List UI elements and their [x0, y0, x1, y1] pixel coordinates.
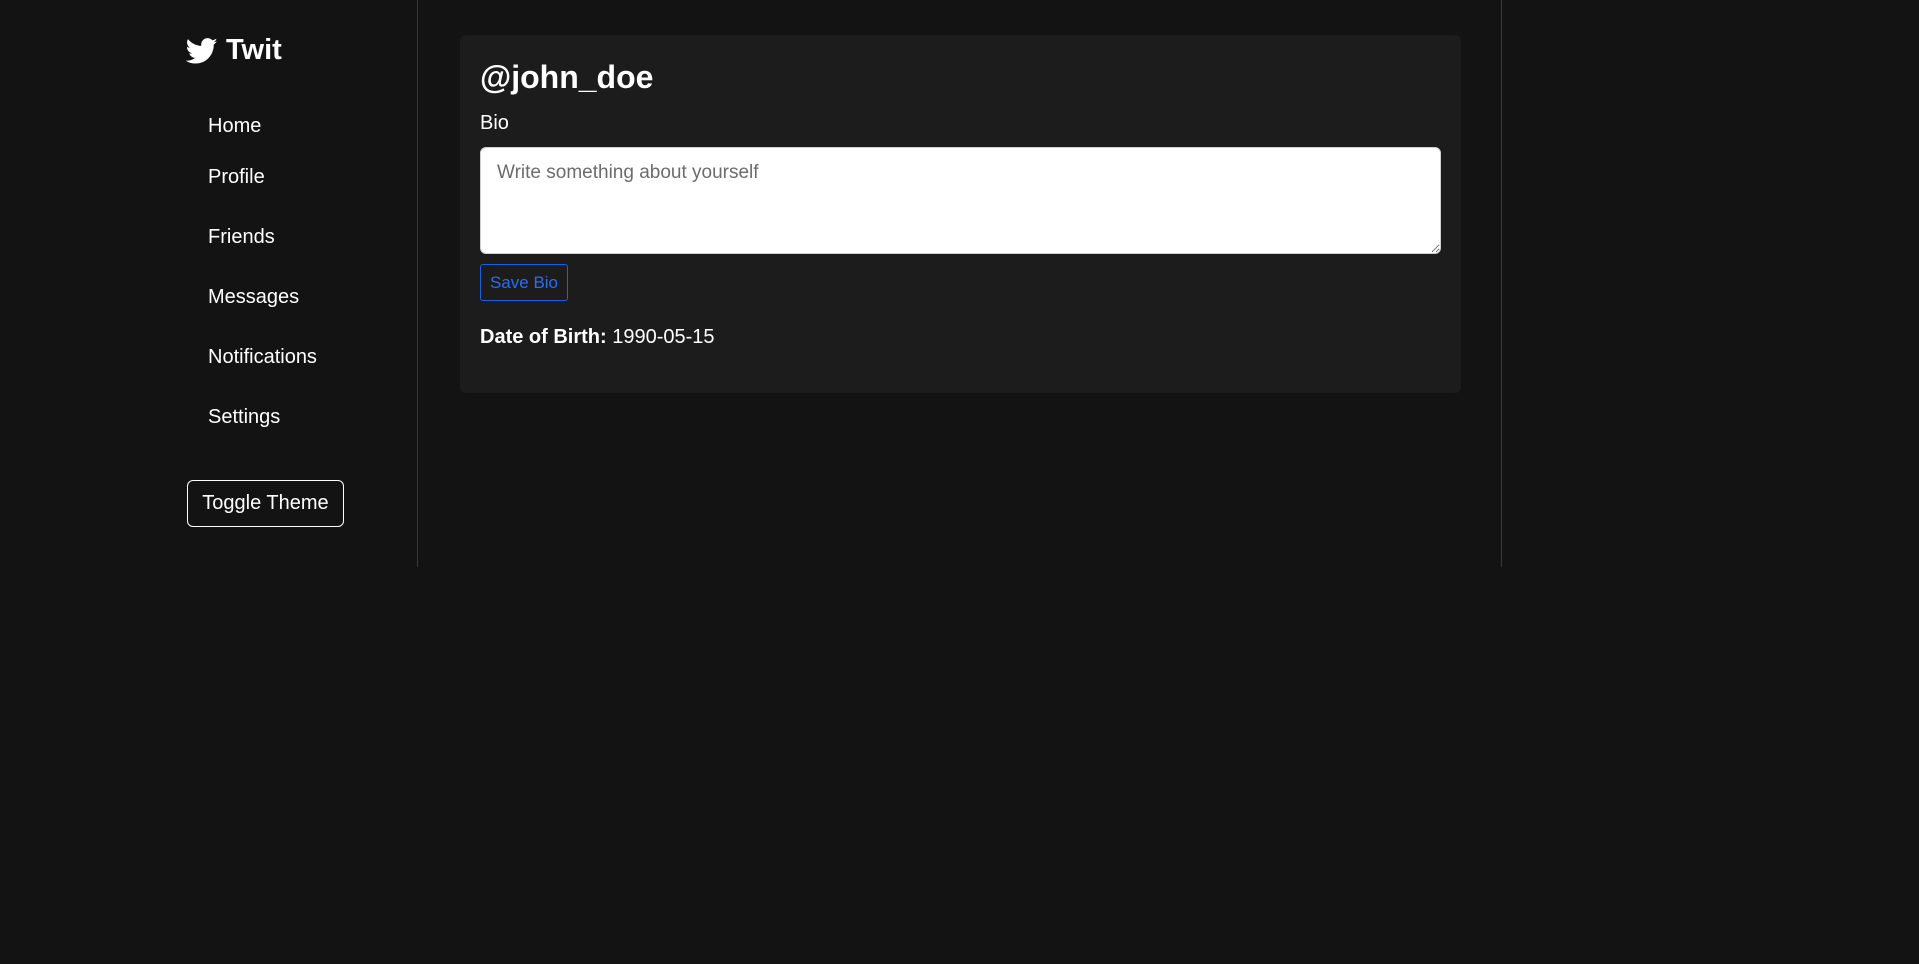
save-bio-button[interactable]: Save Bio	[480, 264, 568, 301]
toggle-theme-button[interactable]: Toggle Theme	[187, 480, 344, 527]
profile-card: @john_doe Bio Save Bio Date of Birth: 19…	[460, 35, 1461, 393]
right-divider	[1501, 0, 1502, 567]
sidebar: Twit Home Profile Friends Messages Notif…	[0, 0, 418, 567]
sidebar-item-messages[interactable]: Messages	[186, 267, 317, 327]
sidebar-nav: Home Profile Friends Messages Notificati…	[186, 105, 317, 447]
bio-textarea[interactable]	[480, 147, 1441, 254]
sidebar-item-home[interactable]: Home	[186, 105, 317, 147]
dob-label: Date of Birth:	[480, 326, 607, 348]
app-name: Twit	[226, 34, 282, 66]
sidebar-item-friends[interactable]: Friends	[186, 207, 317, 267]
sidebar-item-notifications[interactable]: Notifications	[186, 327, 317, 387]
app-root: Twit Home Profile Friends Messages Notif…	[0, 0, 1919, 964]
dob-value: 1990-05-15	[612, 326, 715, 348]
date-of-birth: Date of Birth: 1990-05-15	[480, 326, 715, 349]
bio-label: Bio	[480, 112, 509, 134]
profile-username: @john_doe	[480, 59, 654, 95]
sidebar-item-settings[interactable]: Settings	[186, 387, 317, 447]
sidebar-item-profile[interactable]: Profile	[186, 147, 317, 207]
app-logo[interactable]: Twit	[186, 34, 282, 67]
twitter-bird-icon	[186, 35, 218, 67]
